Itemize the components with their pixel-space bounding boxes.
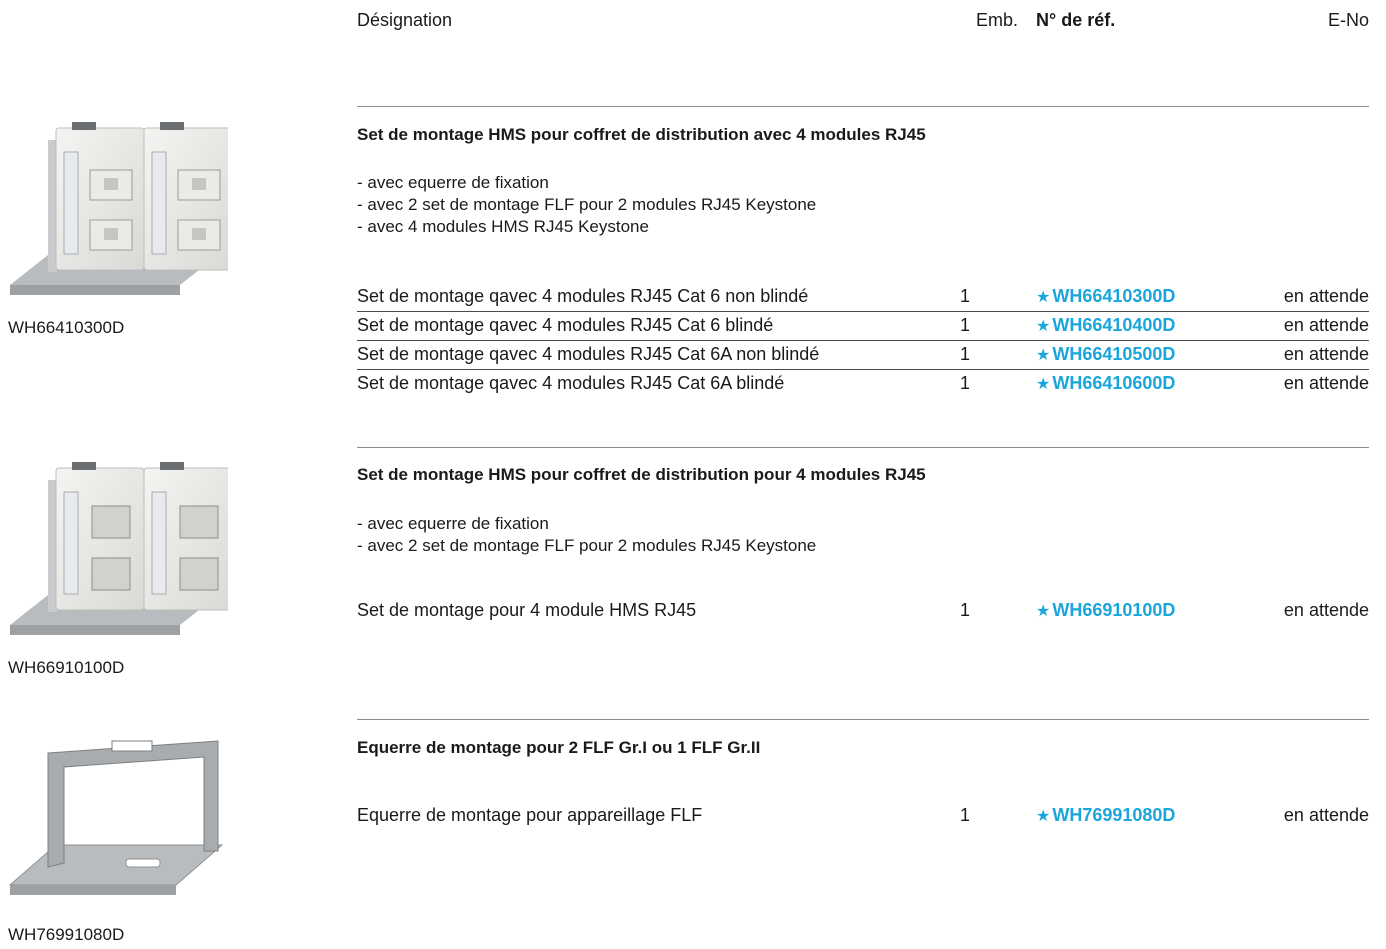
product-ref[interactable]: ★ WH66410300D bbox=[1036, 286, 1175, 307]
star-icon: ★ bbox=[1036, 318, 1051, 335]
product-eno: en attende bbox=[1283, 600, 1369, 620]
column-header-eno: E-No bbox=[1327, 10, 1369, 30]
product-description: Set de montage pour 4 module HMS RJ45 bbox=[357, 600, 697, 620]
column-header-emb: Emb. bbox=[976, 10, 1019, 30]
product-eno: en attende bbox=[1283, 373, 1369, 393]
feature-list: - avec equerre de fixation - avec 2 set … bbox=[357, 172, 816, 238]
product-description: Set de montage qavec 4 modules RJ45 Cat … bbox=[357, 315, 774, 335]
product-row: Set de montage qavec 4 modules RJ45 Cat … bbox=[357, 342, 1369, 370]
feature-item: - avec 2 set de montage FLF pour 2 modul… bbox=[357, 536, 817, 555]
product-description: Equerre de montage pour appareillage FLF bbox=[357, 805, 703, 825]
feature-list: - avec equerre de fixation - avec 2 set … bbox=[357, 513, 816, 557]
section-title: Equerre de montage pour 2 FLF Gr.I ou 1 … bbox=[357, 738, 761, 757]
product-ref[interactable]: ★ WH66410400D bbox=[1036, 315, 1175, 336]
product-row: Set de montage pour 4 module HMS RJ45 1 … bbox=[357, 598, 1369, 626]
feature-item: - avec equerre de fixation bbox=[357, 173, 549, 192]
product-ref[interactable]: ★ WH66410600D bbox=[1036, 373, 1175, 394]
product-image-mounting-bracket bbox=[8, 735, 228, 910]
column-header-ref: N° de réf. bbox=[1036, 10, 1116, 30]
star-icon: ★ bbox=[1036, 808, 1051, 825]
product-description: Set de montage qavec 4 modules RJ45 Cat … bbox=[357, 286, 809, 306]
row-divider bbox=[357, 311, 1369, 312]
product-eno: en attende bbox=[1283, 286, 1369, 306]
star-icon: ★ bbox=[1036, 289, 1051, 306]
product-description: Set de montage qavec 4 modules RJ45 Cat … bbox=[357, 373, 785, 393]
product-eno: en attende bbox=[1283, 315, 1369, 335]
section-title: Set de montage HMS pour coffret de distr… bbox=[357, 465, 926, 484]
column-header-designation: Désignation bbox=[357, 10, 453, 30]
product-emb: 1 bbox=[960, 805, 971, 825]
product-description: Set de montage qavec 4 modules RJ45 Cat … bbox=[357, 344, 820, 364]
product-image-hms-set-empty bbox=[8, 460, 233, 650]
feature-item: - avec 2 set de montage FLF pour 2 modul… bbox=[357, 195, 817, 214]
product-image-caption: WH66410300D bbox=[8, 318, 125, 337]
product-emb: 1 bbox=[960, 344, 971, 364]
section-divider bbox=[357, 106, 1369, 107]
product-image-caption: WH76991080D bbox=[8, 925, 125, 944]
section-title: Set de montage HMS pour coffret de distr… bbox=[357, 125, 926, 144]
product-row: Set de montage qavec 4 modules RJ45 Cat … bbox=[357, 313, 1369, 341]
star-icon: ★ bbox=[1036, 376, 1051, 393]
product-ref[interactable]: ★ WH76991080D bbox=[1036, 805, 1175, 826]
product-image-caption: WH66910100D bbox=[8, 658, 125, 677]
section-divider bbox=[357, 719, 1369, 720]
product-eno: en attende bbox=[1283, 805, 1369, 825]
product-row: Set de montage qavec 4 modules RJ45 Cat … bbox=[357, 371, 1369, 399]
product-image-hms-set-with-modules bbox=[8, 120, 233, 310]
product-emb: 1 bbox=[960, 373, 971, 393]
feature-item: - avec equerre de fixation bbox=[357, 514, 549, 533]
row-divider bbox=[357, 340, 1369, 341]
product-ref[interactable]: ★ WH66410500D bbox=[1036, 344, 1175, 365]
feature-item: - avec 4 modules HMS RJ45 Keystone bbox=[357, 217, 649, 236]
product-row: Equerre de montage pour appareillage FLF… bbox=[357, 803, 1369, 831]
product-eno: en attende bbox=[1283, 344, 1369, 364]
product-emb: 1 bbox=[960, 600, 971, 620]
star-icon: ★ bbox=[1036, 603, 1051, 620]
star-icon: ★ bbox=[1036, 347, 1051, 364]
product-emb: 1 bbox=[960, 315, 971, 335]
product-ref[interactable]: ★ WH66910100D bbox=[1036, 600, 1175, 621]
section-divider bbox=[357, 447, 1369, 448]
row-divider bbox=[357, 369, 1369, 370]
product-emb: 1 bbox=[960, 286, 971, 306]
product-row: Set de montage qavec 4 modules RJ45 Cat … bbox=[357, 284, 1369, 312]
